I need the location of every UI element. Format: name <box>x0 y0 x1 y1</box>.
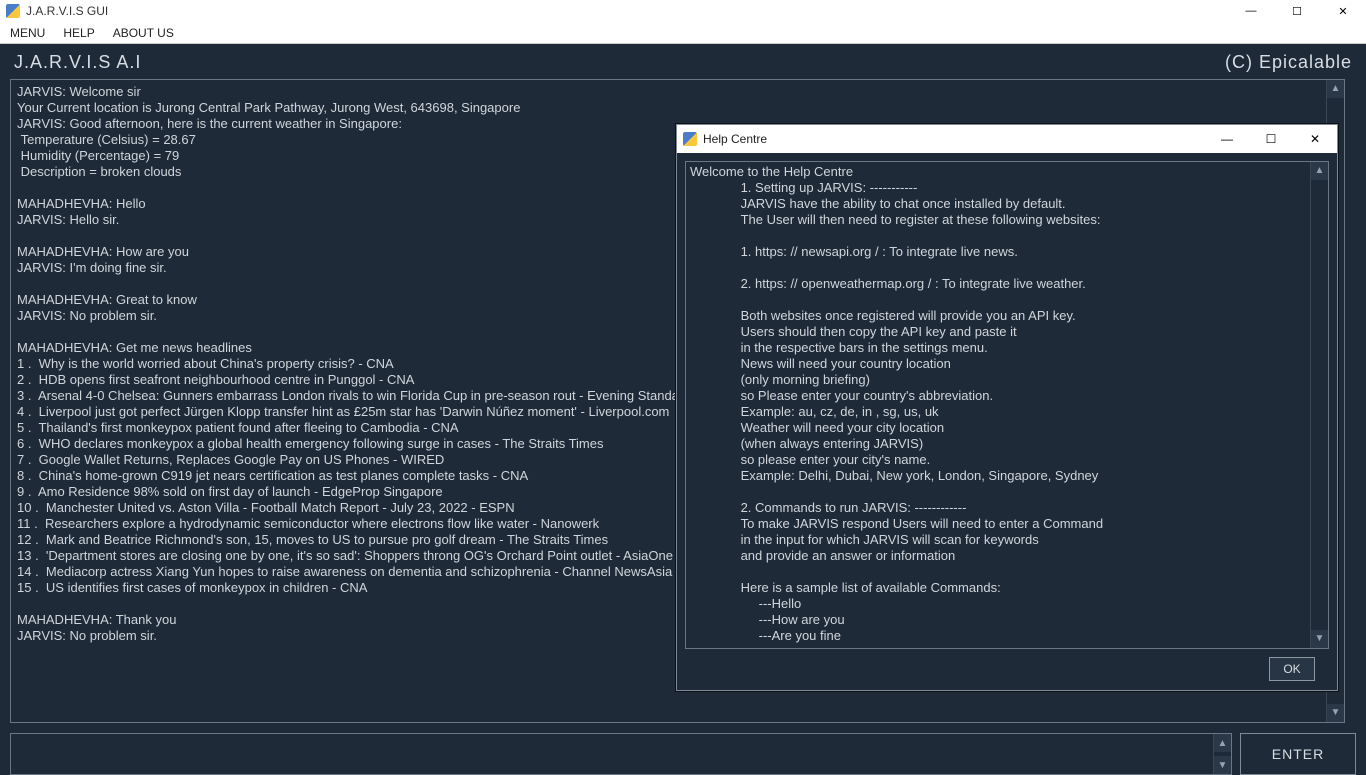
minimize-button[interactable]: — <box>1228 0 1274 22</box>
window-title: J.A.R.V.I.S GUI <box>26 4 108 18</box>
help-scrollbar[interactable]: ▲ ▼ <box>1310 162 1328 648</box>
scroll-down-icon[interactable]: ▼ <box>1214 756 1231 774</box>
enter-button-label: ENTER <box>1272 746 1324 762</box>
input-scrollbar[interactable]: ▲ ▼ <box>1213 734 1231 774</box>
menu-item-about[interactable]: ABOUT US <box>113 26 174 40</box>
help-content[interactable]: Welcome to the Help Centre 1. Setting up… <box>685 161 1329 649</box>
scroll-down-icon[interactable]: ▼ <box>1327 704 1344 722</box>
scroll-up-icon[interactable]: ▲ <box>1214 734 1231 752</box>
help-body-text: Welcome to the Help Centre 1. Setting up… <box>690 164 1103 643</box>
enter-button[interactable]: ENTER <box>1240 733 1356 775</box>
help-close-button[interactable]: ✕ <box>1293 125 1337 153</box>
close-button[interactable]: ✕ <box>1320 0 1366 22</box>
help-titlebar: Help Centre — ☐ ✕ <box>677 125 1337 153</box>
copyright-label: (C) Epicalable <box>1225 52 1352 73</box>
scroll-down-icon[interactable]: ▼ <box>1311 630 1328 648</box>
help-minimize-button[interactable]: — <box>1205 125 1249 153</box>
help-ok-label: OK <box>1283 662 1300 676</box>
help-title: Help Centre <box>703 132 767 146</box>
help-dialog: Help Centre — ☐ ✕ Welcome to the Help Ce… <box>676 124 1338 691</box>
scroll-up-icon[interactable]: ▲ <box>1311 162 1328 180</box>
menu-item-menu[interactable]: MENU <box>10 26 45 40</box>
chat-output-text: JARVIS: Welcome sir Your Current locatio… <box>17 84 683 643</box>
menubar: MENU HELP ABOUT US <box>0 22 1366 44</box>
main-titlebar: J.A.R.V.I.S GUI — ☐ ✕ <box>0 0 1366 22</box>
menu-item-help[interactable]: HELP <box>63 26 94 40</box>
command-input[interactable]: ▲ ▼ <box>10 733 1232 775</box>
app-icon <box>683 132 697 146</box>
app-icon <box>6 4 20 18</box>
scroll-track[interactable] <box>1311 180 1328 630</box>
app-title: J.A.R.V.I.S A.I <box>14 52 141 73</box>
maximize-button[interactable]: ☐ <box>1274 0 1320 22</box>
scroll-up-icon[interactable]: ▲ <box>1327 80 1344 98</box>
help-maximize-button[interactable]: ☐ <box>1249 125 1293 153</box>
help-ok-button[interactable]: OK <box>1269 657 1315 681</box>
